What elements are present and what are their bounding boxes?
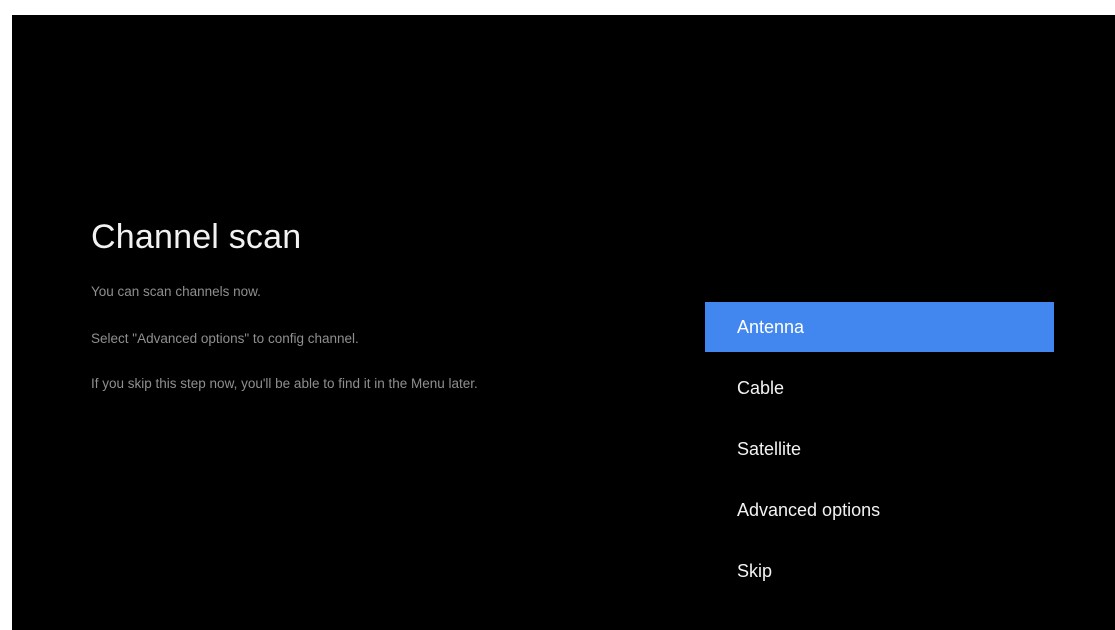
menu-item-skip[interactable]: Skip bbox=[705, 546, 1054, 596]
channel-scan-screen: Channel scan You can scan channels now. … bbox=[12, 15, 1115, 630]
description-line-advanced-options: Select "Advanced options" to config chan… bbox=[91, 331, 359, 346]
menu-item-advanced-options[interactable]: Advanced options bbox=[705, 485, 1054, 535]
menu-item-satellite[interactable]: Satellite bbox=[705, 424, 1054, 474]
menu-item-antenna[interactable]: Antenna bbox=[705, 302, 1054, 352]
scan-options-menu: Antenna Cable Satellite Advanced options… bbox=[705, 302, 1054, 607]
page-title: Channel scan bbox=[91, 218, 302, 256]
menu-item-cable[interactable]: Cable bbox=[705, 363, 1054, 413]
description-line-skip-info: If you skip this step now, you'll be abl… bbox=[91, 376, 478, 391]
description-line-scan-now: You can scan channels now. bbox=[91, 284, 261, 299]
